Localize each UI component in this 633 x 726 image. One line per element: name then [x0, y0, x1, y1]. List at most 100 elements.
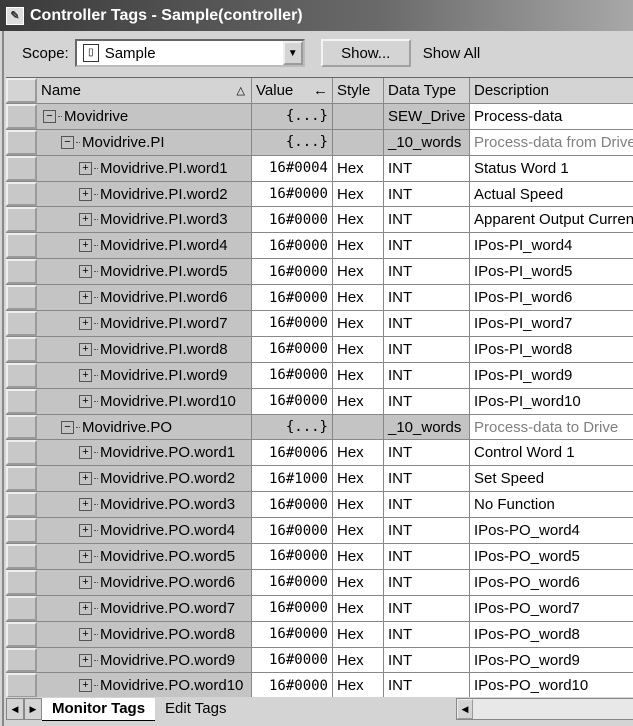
table-row[interactable]: + Movidrive.PI.word6 16#0000 Hex INT IPo… — [6, 285, 633, 312]
cell-name[interactable]: + Movidrive.PO.word3 — [37, 492, 252, 518]
cell-name[interactable]: + Movidrive.PO.word10 — [37, 673, 252, 697]
row-selector[interactable] — [6, 492, 37, 518]
cell-value[interactable]: 16#0000 — [252, 595, 333, 621]
collapse-icon[interactable]: − — [61, 135, 74, 149]
cell-description[interactable]: IPos-PI_word4 — [470, 233, 633, 258]
row-selector[interactable] — [6, 518, 37, 544]
cell-name[interactable]: + Movidrive.PO.word7 — [37, 595, 252, 621]
cell-description[interactable]: Set Speed — [470, 466, 633, 491]
expand-icon[interactable]: + — [79, 446, 92, 460]
tab-edit-tags[interactable]: Edit Tags — [155, 698, 236, 720]
row-selector[interactable] — [6, 103, 37, 129]
cell-description[interactable]: Apparent Output Current — [470, 207, 633, 232]
cell-description[interactable]: IPos-PI_word9 — [470, 363, 633, 388]
cell-data-type[interactable]: SEW_Drive — [384, 103, 470, 129]
row-selector[interactable] — [6, 259, 37, 285]
column-header-name[interactable]: Name △ — [37, 78, 252, 103]
tab-scroll-right-icon[interactable]: ▶ — [24, 698, 42, 720]
cell-name[interactable]: + Movidrive.PO.word6 — [37, 569, 252, 595]
cell-description[interactable]: Process-data to Drive — [470, 415, 633, 440]
table-row[interactable]: + Movidrive.PO.word9 16#0000 Hex INT IPo… — [6, 647, 633, 674]
expand-icon[interactable]: + — [79, 575, 92, 589]
row-selector[interactable] — [6, 155, 37, 181]
row-selector[interactable] — [6, 647, 37, 673]
cell-name[interactable]: + Movidrive.PI.word5 — [37, 259, 252, 285]
row-selector[interactable] — [6, 129, 37, 155]
expand-icon[interactable]: + — [79, 187, 92, 201]
cell-description[interactable]: IPos-PI_word10 — [470, 389, 633, 414]
table-row[interactable]: + Movidrive.PO.word5 16#0000 Hex INT IPo… — [6, 544, 633, 570]
cell-style[interactable]: Hex — [333, 518, 384, 544]
cell-style[interactable]: Hex — [333, 259, 384, 285]
table-row[interactable]: + Movidrive.PI.word10 16#0000 Hex INT IP… — [6, 388, 633, 415]
cell-description[interactable]: Process-data from Drive — [470, 130, 633, 155]
table-row[interactable]: + Movidrive.PI.word3 16#0000 Hex INT App… — [6, 207, 633, 234]
expand-icon[interactable]: + — [79, 472, 92, 486]
cell-style[interactable]: Hex — [333, 362, 384, 388]
table-row[interactable]: − Movidrive.PO {...} _10_words Process-d… — [6, 414, 633, 441]
cell-value[interactable]: 16#0000 — [252, 362, 333, 388]
cell-data-type[interactable]: INT — [384, 621, 470, 647]
cell-value[interactable]: 16#0000 — [252, 569, 333, 595]
cell-description[interactable]: No Function — [470, 492, 633, 517]
cell-style[interactable]: Hex — [333, 440, 384, 466]
expand-icon[interactable]: + — [79, 524, 92, 538]
scroll-left-icon[interactable]: ◀ — [457, 699, 473, 719]
row-selector[interactable] — [6, 336, 37, 362]
cell-name[interactable]: + Movidrive.PI.word6 — [37, 285, 252, 311]
cell-data-type[interactable]: INT — [384, 233, 470, 259]
scope-dropdown[interactable]: ▯ Sample ▼ — [74, 39, 305, 67]
cell-name[interactable]: + Movidrive.PO.word4 — [37, 518, 252, 544]
cell-data-type[interactable]: INT — [384, 311, 470, 336]
cell-data-type[interactable]: INT — [384, 569, 470, 595]
cell-description[interactable]: IPos-PO_word9 — [470, 648, 633, 673]
cell-value[interactable]: 16#0000 — [252, 259, 333, 285]
cell-value[interactable]: 16#0006 — [252, 440, 333, 466]
cell-style[interactable]: Hex — [333, 207, 384, 233]
cell-style[interactable]: Hex — [333, 544, 384, 569]
cell-data-type[interactable]: INT — [384, 181, 470, 207]
cell-description[interactable]: IPos-PI_word8 — [470, 337, 633, 362]
column-header-style[interactable]: Style — [333, 78, 384, 103]
cell-style[interactable]: Hex — [333, 673, 384, 697]
row-selector[interactable] — [6, 285, 37, 311]
table-row[interactable]: + Movidrive.PI.word5 16#0000 Hex INT IPo… — [6, 259, 633, 286]
cell-style[interactable] — [333, 414, 384, 440]
collapse-icon[interactable]: − — [61, 420, 74, 434]
cell-style[interactable]: Hex — [333, 466, 384, 492]
cell-data-type[interactable]: INT — [384, 647, 470, 673]
cell-value[interactable]: 16#0000 — [252, 285, 333, 311]
expand-icon[interactable]: + — [79, 213, 92, 227]
cell-name[interactable]: + Movidrive.PO.word1 — [37, 440, 252, 466]
cell-name[interactable]: − Movidrive — [37, 103, 252, 129]
row-selector[interactable] — [6, 181, 37, 207]
cell-description[interactable]: IPos-PI_word6 — [470, 285, 633, 310]
expand-icon[interactable]: + — [79, 549, 92, 563]
cell-value[interactable]: {...} — [252, 103, 333, 129]
table-row[interactable]: + Movidrive.PI.word8 16#0000 Hex INT IPo… — [6, 336, 633, 363]
cell-value[interactable]: 16#0000 — [252, 492, 333, 518]
collapse-icon[interactable]: − — [43, 109, 56, 123]
cell-description[interactable]: Control Word 1 — [470, 440, 633, 465]
cell-style[interactable]: Hex — [333, 492, 384, 518]
cell-style[interactable]: Hex — [333, 569, 384, 595]
row-selector[interactable] — [6, 414, 37, 440]
cell-description[interactable]: Process-data — [470, 104, 633, 129]
cell-description[interactable]: IPos-PO_word7 — [470, 596, 633, 621]
cell-data-type[interactable]: INT — [384, 518, 470, 544]
row-selector[interactable] — [6, 388, 37, 414]
cell-value[interactable]: {...} — [252, 414, 333, 440]
cell-value[interactable]: 16#0004 — [252, 155, 333, 181]
row-selector[interactable] — [6, 569, 37, 595]
expand-icon[interactable]: + — [79, 291, 92, 305]
cell-style[interactable] — [333, 129, 384, 155]
table-row[interactable]: + Movidrive.PI.word4 16#0000 Hex INT IPo… — [6, 233, 633, 260]
cell-data-type[interactable]: INT — [384, 388, 470, 414]
column-header-value[interactable]: Value ← — [252, 78, 333, 103]
cell-data-type[interactable]: INT — [384, 673, 470, 697]
cell-style[interactable]: Hex — [333, 336, 384, 362]
expand-icon[interactable]: + — [79, 161, 92, 175]
cell-name[interactable]: + Movidrive.PI.word4 — [37, 233, 252, 259]
cell-value[interactable]: 16#0000 — [252, 647, 333, 673]
cell-data-type[interactable]: _10_words — [384, 129, 470, 155]
